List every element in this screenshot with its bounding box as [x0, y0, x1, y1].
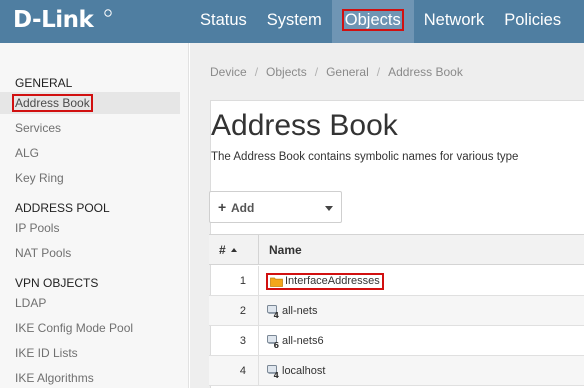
nav-objects[interactable]: Objects	[331, 0, 414, 43]
sort-ascending-icon	[230, 248, 237, 252]
nav-policies[interactable]: Policies	[494, 0, 571, 43]
sidebar-item-ike-config-mode-pool[interactable]: IKE Config Mode Pool	[0, 317, 180, 339]
ip-address-icon: 4	[267, 304, 280, 318]
svg-text:4: 4	[274, 310, 280, 317]
row-number: 4	[209, 356, 259, 386]
sidebar-heading: GENERAL	[15, 76, 73, 90]
row-name-label: all-nets6	[282, 335, 324, 347]
main-content: Device / Objects / General / Address Book Addr…	[190, 43, 584, 388]
row-name-label: InterfaceAddresses	[285, 275, 380, 287]
page-description: The Address Book contains symbolic names…	[211, 151, 519, 163]
breadcrumb: Device / Objects / General / Address Book	[210, 65, 463, 79]
breadcrumb-item[interactable]: Address Book	[388, 65, 463, 79]
row-number: 1	[209, 266, 259, 296]
sidebar-item-label: NAT Pools	[15, 246, 72, 260]
breadcrumb-item[interactable]: Device	[210, 65, 247, 79]
sidebar-item-label: IKE Config Mode Pool	[15, 321, 134, 335]
column-header-name[interactable]: Name	[259, 235, 584, 265]
sidebar-item-label: Key Ring	[15, 171, 64, 185]
column-header-number[interactable]: #	[209, 235, 259, 265]
row-number: 3	[209, 326, 259, 356]
nav-label: System	[266, 11, 322, 29]
sidebar-item-label: IKE ID Lists	[15, 346, 78, 360]
sidebar-item-label: LDAP	[15, 296, 47, 310]
svg-text:6: 6	[274, 340, 280, 347]
nav-status[interactable]: Status	[190, 0, 257, 43]
sidebar-item-label: Services	[15, 121, 62, 135]
ip-address-icon: 6	[267, 334, 280, 348]
sidebar-item-address-book[interactable]: Address Book	[0, 92, 180, 114]
dlink-logo: D-Link	[13, 7, 94, 33]
sidebar-item-ldap[interactable]: LDAP	[0, 292, 180, 314]
top-navigation-bar: D-Link Status System Objects Network Policie…	[0, 0, 584, 43]
sidebar-heading: VPN OBJECTS	[15, 276, 99, 290]
table-row[interactable]: 3 6 all-nets6	[209, 326, 584, 356]
add-button-label: Add	[231, 201, 255, 215]
row-name-cell[interactable]: 6 all-nets6	[267, 326, 324, 356]
table-row[interactable]: 2 4 all-nets	[209, 296, 584, 326]
sidebar-heading: ADDRESS POOL	[15, 201, 110, 215]
row-name-cell[interactable]: 4 localhost	[267, 356, 325, 386]
row-name-cell[interactable]: 4 all-nets	[267, 296, 317, 326]
address-book-table: # Name 1 InterfaceAddresses 2 4 all-nets 3 6 al…	[209, 234, 584, 388]
row-number: 2	[209, 296, 259, 326]
nav-system[interactable]: System	[257, 0, 332, 43]
add-dropdown-button[interactable]: + Add	[209, 191, 342, 223]
column-header-name-label: Name	[269, 243, 302, 257]
breadcrumb-item[interactable]: Objects	[266, 65, 307, 79]
nav-label: Network	[423, 11, 485, 29]
table-row[interactable]: 1 InterfaceAddresses	[209, 266, 584, 296]
main-nav: Status System Objects Network Policies	[190, 0, 571, 43]
column-header-number-label: #	[219, 243, 226, 257]
sidebar-item-label: IKE Algorithms	[15, 371, 94, 385]
breadcrumb-separator: /	[314, 65, 319, 79]
caret-down-icon	[325, 206, 333, 211]
sidebar-item-services[interactable]: Services	[0, 117, 180, 139]
ip-address-icon: 4	[267, 364, 280, 378]
row-name-cell[interactable]: InterfaceAddresses	[266, 273, 384, 290]
sidebar-item-label: Address Book	[12, 94, 93, 112]
nav-label: Status	[200, 11, 247, 29]
row-name-label: all-nets	[282, 305, 318, 317]
sidebar-item-label: ALG	[15, 146, 40, 160]
sidebar-item-alg[interactable]: ALG	[0, 142, 180, 164]
sidebar-item-ip-pools[interactable]: IP Pools	[0, 217, 180, 239]
breadcrumb-item[interactable]: General	[326, 65, 369, 79]
logo-registered-mark-icon	[104, 9, 112, 17]
sidebar-item-ike-id-lists[interactable]: IKE ID Lists	[0, 342, 180, 364]
nav-label: Policies	[504, 11, 562, 29]
breadcrumb-separator: /	[254, 65, 259, 79]
sidebar-item-ike-algorithms[interactable]: IKE Algorithms	[0, 367, 180, 388]
folder-icon	[270, 277, 283, 287]
breadcrumb-separator: /	[376, 65, 381, 79]
svg-text:4: 4	[274, 370, 280, 377]
nav-label: Objects	[341, 9, 404, 31]
sidebar-item-key-ring[interactable]: Key Ring	[0, 167, 180, 189]
nav-network[interactable]: Network	[414, 0, 495, 43]
table-row[interactable]: 4 4 localhost	[209, 356, 584, 386]
plus-icon: +	[218, 199, 227, 215]
row-name-label: localhost	[282, 365, 326, 377]
page-title: Address Book	[211, 109, 398, 142]
sidebar: GENERAL Address Book Services ALG Key Ring AD…	[0, 43, 189, 388]
sidebar-item-nat-pools[interactable]: NAT Pools	[0, 242, 180, 264]
sidebar-item-label: IP Pools	[15, 221, 60, 235]
